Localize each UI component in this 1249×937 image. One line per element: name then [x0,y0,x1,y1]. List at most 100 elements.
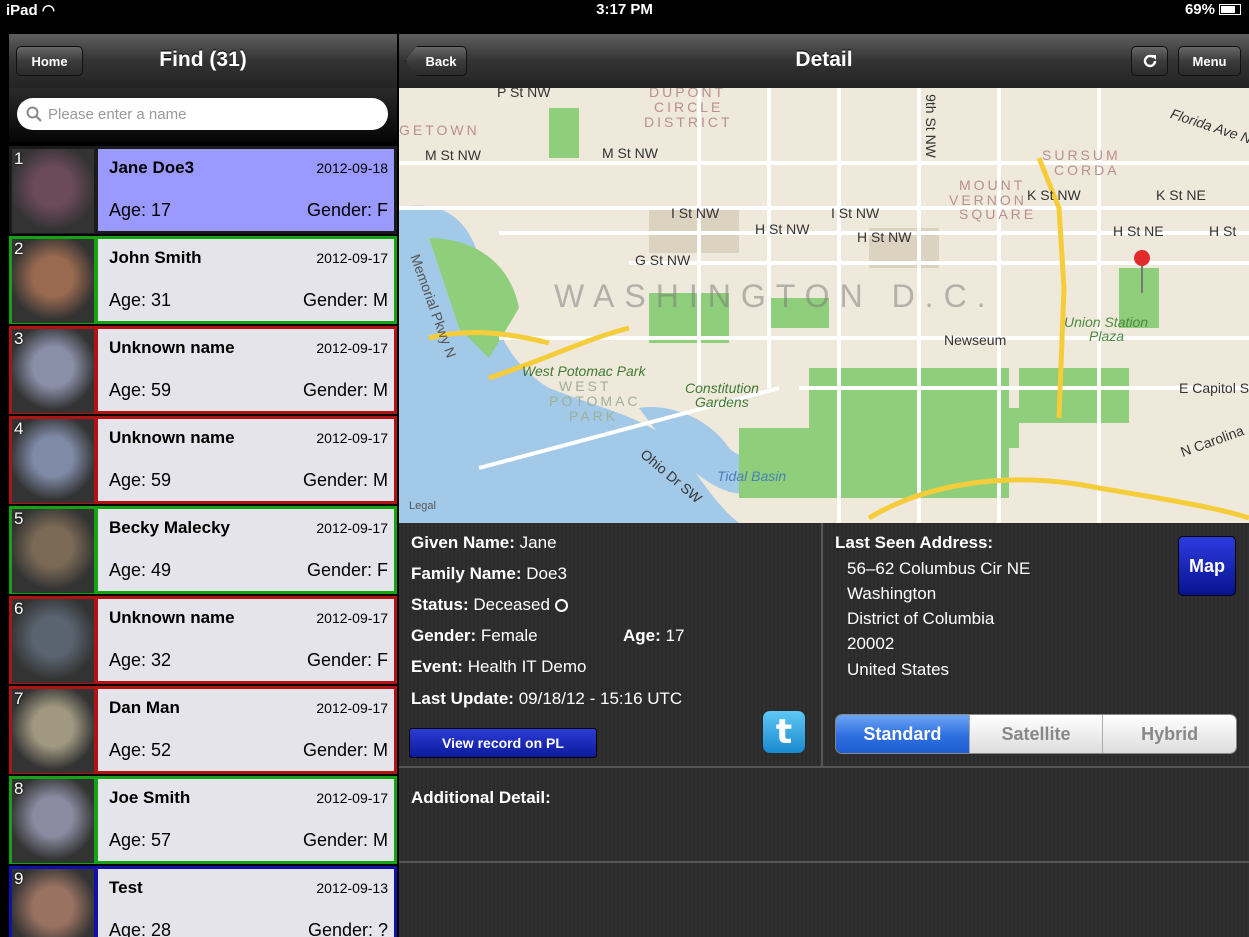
address-street: 56–62 Columbus Cir NE [847,559,1031,578]
result-age: Age: 17 [109,200,172,220]
map-label: M St NW [425,147,481,163]
battery-percent: 69% [1184,1,1215,18]
result-info: Joe Smith 2012-09-17 Age: 57 Gender: M [98,779,394,861]
map-label: P St NW [497,88,551,100]
detail-nav-bar: Back Detail Menu [399,34,1249,89]
search-icon [26,106,42,122]
result-date: 2012-09-17 [316,610,388,626]
refresh-icon [1143,54,1156,68]
view-record-button[interactable]: View record on PL [409,728,597,758]
result-number: 7 [14,689,24,708]
map-button[interactable]: Map [1178,536,1236,596]
result-gender: Gender: M [302,470,388,490]
age-value: 17 [665,626,685,645]
detail-title: Detail [795,48,853,71]
result-date: 2012-09-17 [316,700,388,716]
family-name-value: Doe3 [526,564,567,583]
search-input[interactable]: Please enter a name [17,98,388,130]
address-label-text: Last Seen Address: [835,533,994,552]
result-number: 6 [14,599,24,618]
person-photo [12,779,94,863]
result-age: Age: 49 [109,560,172,580]
result-date: 2012-09-17 [316,250,388,266]
detail-panel: P St NW DUPONT CIRCLE DISTRICT GETOWN M … [399,88,1249,937]
person-photo [12,149,94,233]
result-number: 3 [14,329,24,348]
status-label: Status: [411,595,469,614]
result-date: 2012-09-17 [316,520,388,536]
person-info-panel: Given Name: Jane Family Name: Doe3 Statu… [399,523,823,768]
result-date: 2012-09-17 [316,340,388,356]
map-label: PARK [569,408,619,424]
result-gender: Gender: F [306,560,388,580]
result-age: Age: 28 [109,920,172,937]
result-age: Age: 31 [109,290,172,310]
map-label: West Potomac Park [522,363,646,379]
address-country: United States [847,660,950,679]
map-type-satellite[interactable]: Satellite [968,715,1103,753]
result-row[interactable]: 5 Becky Malecky 2012-09-17 Age: 49 Gender: F [9,506,397,594]
map-type-hybrid[interactable]: Hybrid [1102,715,1236,753]
result-gender: Gender: M [302,380,388,400]
map-label: H St NE [1113,223,1164,239]
detail-info: Given Name: Jane Family Name: Doe3 Statu… [399,523,1249,937]
result-info: Test 2012-09-13 Age: 28 Gender: ? [98,869,394,937]
result-date: 2012-09-18 [316,160,388,176]
result-date: 2012-09-17 [316,430,388,446]
result-row[interactable]: 4 Unknown name 2012-09-17 Age: 59 Gender: M [9,416,397,504]
map-legal-link[interactable]: Legal [409,500,436,512]
map-label: Plaza [1089,328,1125,344]
result-row[interactable]: 8 Joe Smith 2012-09-17 Age: 57 Gender: M [9,776,397,864]
result-age: Age: 59 [109,470,172,490]
person-photo [12,869,94,937]
gender-value: Female [480,626,538,645]
battery-status: 69% [1185,1,1241,18]
refresh-button[interactable] [1131,46,1168,76]
result-age: Age: 59 [109,380,172,400]
person-photo [12,509,94,593]
person-photo [12,689,94,773]
result-row[interactable]: 7 Dan Man 2012-09-17 Age: 52 Gender: M [9,686,397,774]
result-name: Unknown name [109,338,235,357]
result-info: Unknown name 2012-09-17 Age: 59 Gender: M [98,329,394,411]
result-name: Jane Doe3 [109,158,195,177]
result-row[interactable]: 6 Unknown name 2012-09-17 Age: 32 Gender: F [9,596,397,684]
status-time: 3:17 PM [596,1,653,18]
map-view[interactable]: P St NW DUPONT CIRCLE DISTRICT GETOWN M … [399,88,1249,523]
map-label: 9th St NW [922,94,939,158]
map-label: POTOMAC [549,393,641,409]
additional-detail-panel: Additional Detail: [399,768,1249,863]
result-row[interactable]: 9 Test 2012-09-13 Age: 28 Gender: ? [9,866,397,937]
result-gender: Gender: ? [307,920,388,937]
map-type-standard[interactable]: Standard [836,715,969,753]
results-panel: Please enter a name 1 Jane Doe3 2012-09-18… [9,88,397,937]
result-number: 1 [14,149,24,168]
result-name: Test [109,878,143,897]
map-label: SQUARE [959,206,1037,222]
result-number: 4 [14,419,24,438]
age-field: Age: 17 [623,626,684,646]
result-age: Age: 57 [109,830,172,850]
twitter-icon[interactable]: t [763,711,805,753]
result-name: Dan Man [109,698,180,717]
map-label: M St NW [602,145,658,161]
result-row[interactable]: 1 Jane Doe3 2012-09-18 Age: 17 Gender: F [9,146,397,234]
result-info: Unknown name 2012-09-17 Age: 59 Gender: M [98,419,394,501]
result-info: Becky Malecky 2012-09-17 Age: 49 Gender: F [98,509,394,591]
given-name-label: Given Name: [411,533,515,552]
result-row[interactable]: 2 John Smith 2012-09-17 Age: 31 Gender: M [9,236,397,324]
result-age: Age: 32 [109,650,172,670]
result-number: 5 [14,509,24,528]
additional-detail-label: Additional Detail: [411,788,551,808]
result-date: 2012-09-13 [316,880,388,896]
map-label: I St NW [671,205,720,221]
result-gender: Gender: F [306,200,388,220]
result-row[interactable]: 3 Unknown name 2012-09-17 Age: 59 Gender: M [9,326,397,414]
address-panel: Last Seen Address: 56–62 Columbus Cir NE… [823,523,1249,768]
result-gender: Gender: M [302,290,388,310]
result-number: 2 [14,239,24,258]
menu-button[interactable]: Menu [1178,46,1241,76]
event-value: Health IT Demo [467,657,587,676]
result-info: Unknown name 2012-09-17 Age: 32 Gender: F [98,599,394,681]
gender-label: Gender: [411,626,477,645]
